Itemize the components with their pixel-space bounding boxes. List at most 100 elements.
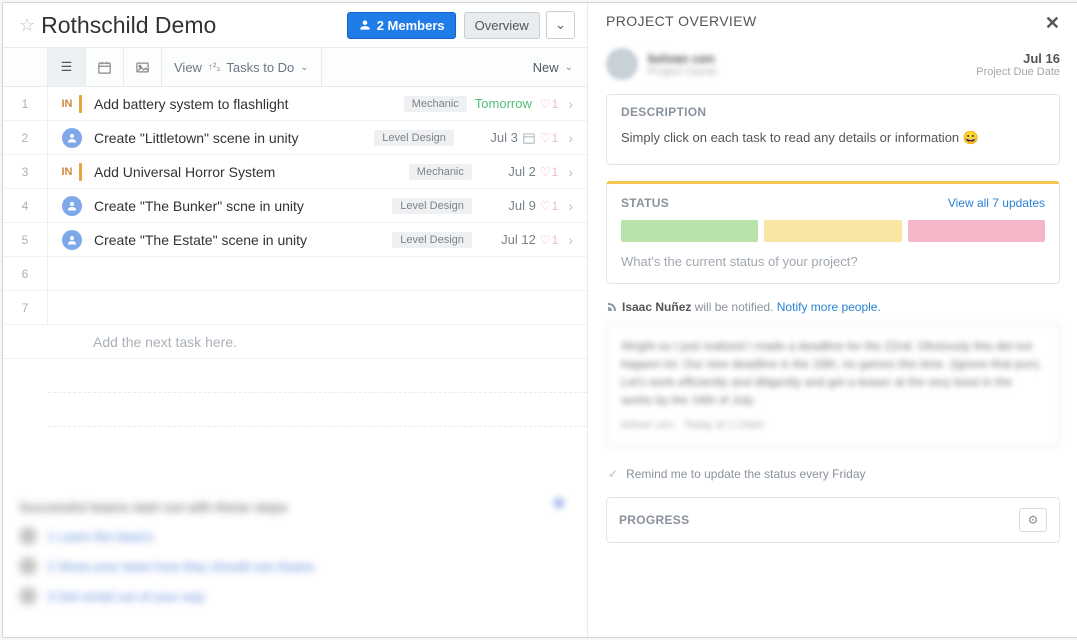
task-due[interactable]: Jul 12 [480, 232, 536, 247]
task-row[interactable]: 4 Create "The Bunker" scne in unityLevel … [3, 189, 587, 223]
task-due[interactable]: Jul 9 [480, 198, 536, 213]
assignee-bar [79, 95, 82, 113]
heart-icon: ♡ [540, 131, 551, 145]
chevron-right-icon[interactable]: › [568, 130, 573, 146]
row-number: 2 [3, 121, 48, 154]
members-button[interactable]: 2 Members [347, 12, 456, 39]
chevron-right-icon[interactable]: › [568, 198, 573, 214]
task-row[interactable]: 3 IN Add Universal Horror SystemMechanic Ju… [3, 155, 587, 189]
gutter-spacer [3, 48, 48, 86]
new-button[interactable]: New ⌄ [525, 48, 587, 86]
assignee-bar [79, 163, 82, 181]
tips-item[interactable]: 3 Get email out of your way [19, 587, 571, 605]
members-icon [358, 18, 372, 32]
overview-button[interactable]: Overview [464, 12, 540, 39]
chevron-down-icon: ⌄ [300, 62, 308, 73]
add-task-input[interactable]: Add the next task here. [3, 325, 587, 359]
view-dropdown[interactable]: View ↑²₃ Tasks to Do ⌄ [162, 48, 322, 86]
status-green-button[interactable] [621, 220, 758, 242]
task-tag[interactable]: Level Design [392, 198, 472, 214]
task-title[interactable]: Create "The Bunker" scne in unity [84, 198, 392, 214]
check-icon[interactable]: ✓ [608, 467, 618, 481]
overview-panel-title: PROJECT OVERVIEW [606, 13, 1045, 29]
heart-icon: ♡ [540, 165, 551, 179]
notify-more-link[interactable]: Notify more people. [777, 300, 881, 314]
task-tag[interactable]: Level Design [374, 130, 454, 146]
empty-task-row[interactable]: 6 [3, 257, 587, 291]
chevron-right-icon[interactable]: › [568, 96, 573, 112]
assignee-initials[interactable]: IN [58, 98, 76, 110]
heart-count[interactable]: ♡1 [540, 97, 558, 111]
list-view-icon[interactable]: ☰ [48, 48, 86, 86]
task-title[interactable]: Create "Littletown" scene in unity [84, 130, 374, 146]
divider [48, 393, 587, 427]
task-tag[interactable]: Mechanic [404, 96, 467, 112]
tips-heading: Successful teams start out with these st… [19, 499, 571, 515]
assignee-initials[interactable]: IN [58, 166, 76, 178]
heart-count[interactable]: ♡1 [540, 233, 558, 247]
task-due[interactable]: Jul 2 [480, 164, 536, 179]
task-due[interactable]: Tomorrow [475, 96, 532, 111]
view-all-updates-link[interactable]: View all 7 updates [948, 196, 1045, 210]
favorite-star-icon[interactable]: ☆ [19, 15, 35, 36]
row-number: 3 [3, 155, 48, 188]
description-body[interactable]: Simply click on each task to read any de… [607, 126, 1059, 164]
chevron-down-icon: ⌄ [555, 17, 566, 32]
heart-count[interactable]: ♡1 [540, 199, 558, 213]
task-due[interactable]: Jul 3 [462, 130, 518, 145]
info-dot [555, 499, 563, 507]
description-label: DESCRIPTION [607, 95, 1059, 126]
heart-icon: ♡ [540, 199, 551, 213]
status-update-card[interactable]: Alright so I just realized I made a dead… [606, 324, 1060, 447]
empty-task-row[interactable]: 7 [3, 291, 587, 325]
progress-settings-button[interactable]: ⚙ [1019, 508, 1047, 532]
sort-icon: ↑²₃ [208, 62, 220, 73]
task-tag[interactable]: Level Design [392, 232, 472, 248]
assignee-avatar[interactable] [62, 230, 82, 250]
row-number: 6 [3, 257, 48, 290]
gear-icon: ⚙ [1028, 513, 1039, 527]
calendar-view-icon[interactable] [86, 48, 124, 86]
follow-up-icon[interactable] [522, 131, 536, 145]
task-title[interactable]: Add Universal Horror System [84, 164, 409, 180]
chevron-down-icon: ⌄ [565, 62, 573, 73]
heart-count[interactable]: ♡1 [540, 131, 558, 145]
status-yellow-button[interactable] [764, 220, 901, 242]
files-view-icon[interactable] [124, 48, 162, 86]
tips-item[interactable]: 2 Show your team how they should use Asa… [19, 557, 571, 575]
project-title: Rothschild Demo [41, 12, 347, 39]
chevron-right-icon[interactable]: › [568, 164, 573, 180]
row-number: 4 [3, 189, 48, 222]
owner-role: Project Owner [648, 66, 718, 78]
status-input[interactable] [621, 254, 1045, 269]
heart-icon: ♡ [540, 233, 551, 247]
divider [48, 359, 587, 393]
task-row[interactable]: 5 Create "The Estate" scene in unityLevel… [3, 223, 587, 257]
notify-name: Isaac Nuñez [622, 300, 691, 314]
heart-count[interactable]: ♡1 [540, 165, 558, 179]
project-due-date: Jul 16 [976, 51, 1060, 66]
status-label: STATUS [621, 196, 669, 210]
project-actions-dropdown[interactable]: ⌄ [546, 11, 575, 39]
tips-item[interactable]: 1 Learn the basics [19, 527, 571, 545]
assignee-avatar[interactable] [62, 196, 82, 216]
assignee-avatar[interactable] [62, 128, 82, 148]
task-title[interactable]: Add battery system to flashlight [84, 96, 404, 112]
row-number: 7 [3, 291, 48, 324]
task-row[interactable]: 2 Create "Littletown" scene in unityLevel… [3, 121, 587, 155]
row-number: 1 [3, 87, 48, 120]
status-red-button[interactable] [908, 220, 1045, 242]
heart-icon: ♡ [540, 97, 551, 111]
rss-icon [606, 301, 618, 313]
remind-label[interactable]: Remind me to update the status every Fri… [626, 467, 865, 481]
progress-label: PROGRESS [619, 513, 1019, 527]
chevron-right-icon[interactable]: › [568, 232, 573, 248]
row-number: 5 [3, 223, 48, 256]
close-icon[interactable]: ✕ [1045, 13, 1060, 34]
owner-name: kelvan cen [648, 51, 718, 66]
owner-avatar[interactable] [606, 48, 638, 80]
task-title[interactable]: Create "The Estate" scene in unity [84, 232, 392, 248]
task-row[interactable]: 1 IN Add battery system to flashlightMecha… [3, 87, 587, 121]
task-tag[interactable]: Mechanic [409, 164, 472, 180]
project-due-label: Project Due Date [976, 66, 1060, 78]
